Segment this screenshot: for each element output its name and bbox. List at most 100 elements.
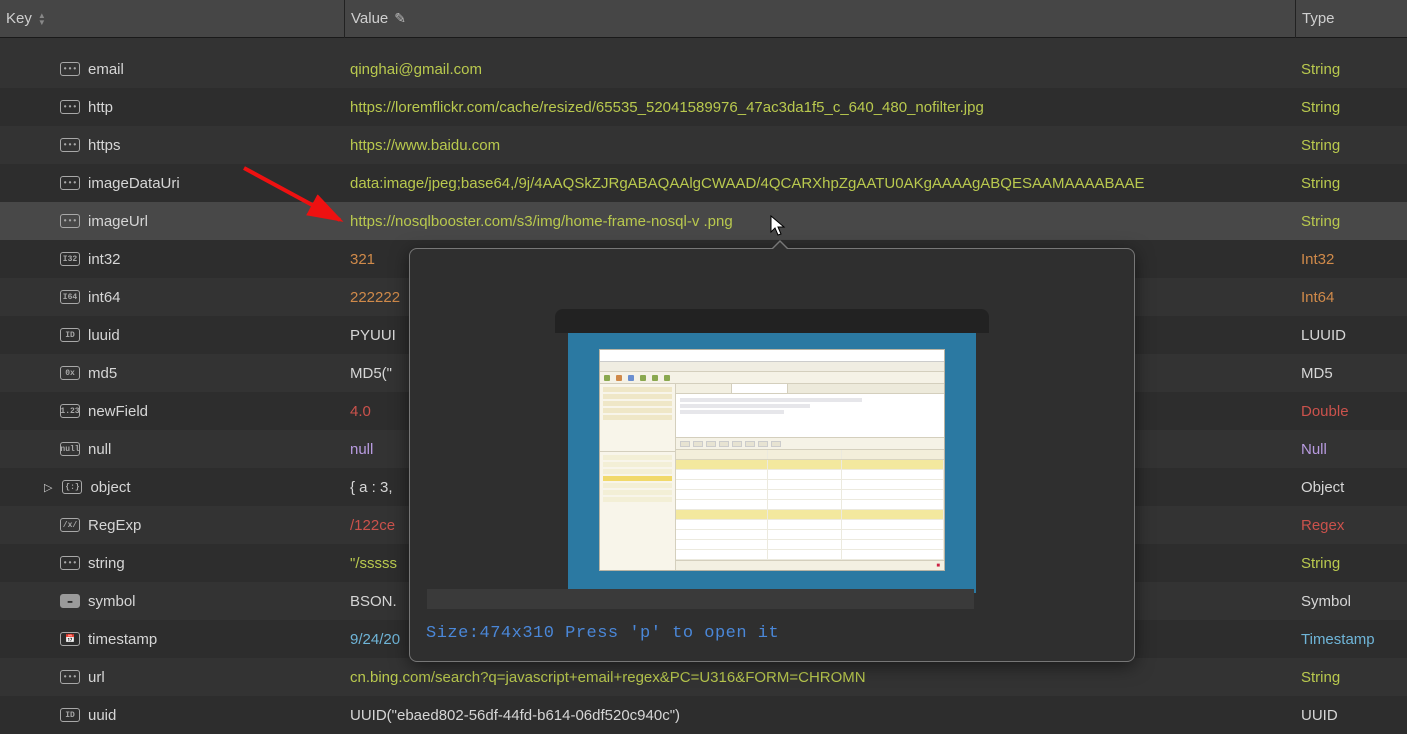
type-icon: I32 bbox=[60, 252, 80, 266]
header-key-label: Key bbox=[6, 10, 32, 27]
table-row[interactable]: ID uuid UUID("ebaed802-56df-44fd-b614-06df… bbox=[0, 696, 1407, 734]
type-icon: {:} bbox=[62, 480, 82, 494]
key-label: newField bbox=[88, 403, 148, 420]
key-label: object bbox=[90, 479, 130, 496]
type-label: String bbox=[1301, 555, 1340, 572]
type-label: Int64 bbox=[1301, 289, 1334, 306]
value-text[interactable]: BSON. bbox=[350, 593, 397, 610]
preview-sidebar bbox=[600, 384, 676, 570]
value-text[interactable]: UUID("ebaed802-56df-44fd-b614-06df520c94… bbox=[350, 707, 680, 724]
type-icon: ID bbox=[60, 328, 80, 342]
value-text[interactable]: 222222 bbox=[350, 289, 400, 306]
header-key[interactable]: Key ▲▼ bbox=[0, 10, 344, 27]
table-row[interactable]: ••• https https://www.baidu.com String bbox=[0, 126, 1407, 164]
key-label: url bbox=[88, 669, 105, 686]
key-label: imageDataUri bbox=[88, 175, 180, 192]
header-type-label: Type bbox=[1302, 10, 1335, 27]
preview-shadow-bar bbox=[427, 589, 974, 609]
type-label: String bbox=[1301, 213, 1340, 230]
type-icon: /x/ bbox=[60, 518, 80, 532]
key-label: https bbox=[88, 137, 121, 154]
value-text[interactable]: MD5(" bbox=[350, 365, 392, 382]
value-text[interactable]: PYUUI bbox=[350, 327, 396, 344]
type-label: String bbox=[1301, 61, 1340, 78]
key-label: timestamp bbox=[88, 631, 157, 648]
preview-window: ■ bbox=[599, 349, 945, 571]
key-label: luuid bbox=[88, 327, 120, 344]
key-label: http bbox=[88, 99, 113, 116]
type-icon: ••• bbox=[60, 176, 80, 190]
table-row[interactable]: ••• http https://loremflickr.com/cache/res… bbox=[0, 88, 1407, 126]
type-icon: 📅 bbox=[60, 632, 80, 646]
header-value-label: Value bbox=[351, 10, 388, 27]
type-label: Object bbox=[1301, 479, 1344, 496]
key-label: RegExp bbox=[88, 517, 141, 534]
type-label: UUID bbox=[1301, 707, 1338, 724]
type-icon: ••• bbox=[60, 670, 80, 684]
preview-menubar bbox=[600, 362, 944, 372]
type-icon: I64 bbox=[60, 290, 80, 304]
type-label: Regex bbox=[1301, 517, 1344, 534]
value-text[interactable]: null bbox=[350, 441, 373, 458]
preview-frame: ■ bbox=[568, 327, 976, 593]
value-text[interactable]: 9/24/20 bbox=[350, 631, 400, 648]
key-label: string bbox=[88, 555, 125, 572]
type-label: String bbox=[1301, 99, 1340, 116]
table-row-spacer bbox=[0, 38, 1407, 50]
type-icon: ID bbox=[60, 708, 80, 722]
value-text[interactable]: "/sssss bbox=[350, 555, 397, 572]
type-icon: ••• bbox=[60, 100, 80, 114]
value-text[interactable]: /122ce bbox=[350, 517, 395, 534]
key-label: imageUrl bbox=[88, 213, 148, 230]
key-label: symbol bbox=[88, 593, 136, 610]
type-label: LUUID bbox=[1301, 327, 1346, 344]
table-row[interactable]: ••• imageDataUri data:image/jpeg;base64,/9… bbox=[0, 164, 1407, 202]
value-text[interactable]: qinghai@gmail.com bbox=[350, 61, 482, 78]
preview-bezel bbox=[555, 309, 989, 333]
type-label: Symbol bbox=[1301, 593, 1351, 610]
value-text[interactable]: cn.bing.com/search?q=javascript+email+re… bbox=[350, 669, 866, 686]
type-label: Timestamp bbox=[1301, 631, 1375, 648]
value-text[interactable]: { a : 3, bbox=[350, 479, 393, 496]
type-icon: ••• bbox=[60, 62, 80, 76]
preview-titlebar bbox=[600, 350, 944, 362]
type-icon: 0x bbox=[60, 366, 80, 380]
type-label: MD5 bbox=[1301, 365, 1333, 382]
type-icon: 1.23 bbox=[60, 404, 80, 418]
key-label: int32 bbox=[88, 251, 121, 268]
value-text[interactable]: https://nosqlbooster.com/s3/img/home-fra… bbox=[350, 213, 733, 230]
value-text[interactable]: 321 bbox=[350, 251, 375, 268]
table-row[interactable]: ••• email qinghai@gmail.com String bbox=[0, 50, 1407, 88]
edit-icon[interactable]: ✎ bbox=[394, 10, 406, 27]
value-text[interactable]: https://loremflickr.com/cache/resized/65… bbox=[350, 99, 984, 116]
type-label: String bbox=[1301, 175, 1340, 192]
type-label: Double bbox=[1301, 403, 1349, 420]
type-icon: ••• bbox=[60, 138, 80, 152]
value-text[interactable]: data:image/jpeg;base64,/9j/4AAQSkZJRgABA… bbox=[350, 175, 1145, 192]
table-row[interactable]: ••• imageUrl https://nosqlbooster.com/s3/i… bbox=[0, 202, 1407, 240]
header-type[interactable]: Type bbox=[1295, 0, 1407, 38]
table-header: Key ▲▼ Value ✎ Type bbox=[0, 0, 1407, 38]
key-label: uuid bbox=[88, 707, 116, 724]
type-label: Null bbox=[1301, 441, 1327, 458]
type-icon: ••• bbox=[60, 214, 80, 228]
key-label: int64 bbox=[88, 289, 121, 306]
value-text[interactable]: 4.0 bbox=[350, 403, 371, 420]
key-label: md5 bbox=[88, 365, 117, 382]
sort-icon[interactable]: ▲▼ bbox=[38, 12, 46, 26]
type-label: String bbox=[1301, 137, 1340, 154]
key-label: email bbox=[88, 61, 124, 78]
key-label: null bbox=[88, 441, 111, 458]
preview-toolbar bbox=[600, 372, 944, 384]
image-preview-tooltip: ■ Size:474x310 Press 'p' to open it bbox=[409, 248, 1135, 662]
type-label: String bbox=[1301, 669, 1340, 686]
type-label: Int32 bbox=[1301, 251, 1334, 268]
value-text[interactable]: https://www.baidu.com bbox=[350, 137, 500, 154]
preview-hint: Size:474x310 Press 'p' to open it bbox=[426, 624, 779, 643]
table-row[interactable]: ••• url cn.bing.com/search?q=javascript+em… bbox=[0, 658, 1407, 696]
type-icon: ▬ bbox=[60, 594, 80, 608]
expand-icon[interactable]: ▷ bbox=[44, 481, 52, 494]
type-icon: ••• bbox=[60, 556, 80, 570]
type-icon: null bbox=[60, 442, 80, 456]
header-value[interactable]: Value ✎ bbox=[344, 0, 1295, 38]
